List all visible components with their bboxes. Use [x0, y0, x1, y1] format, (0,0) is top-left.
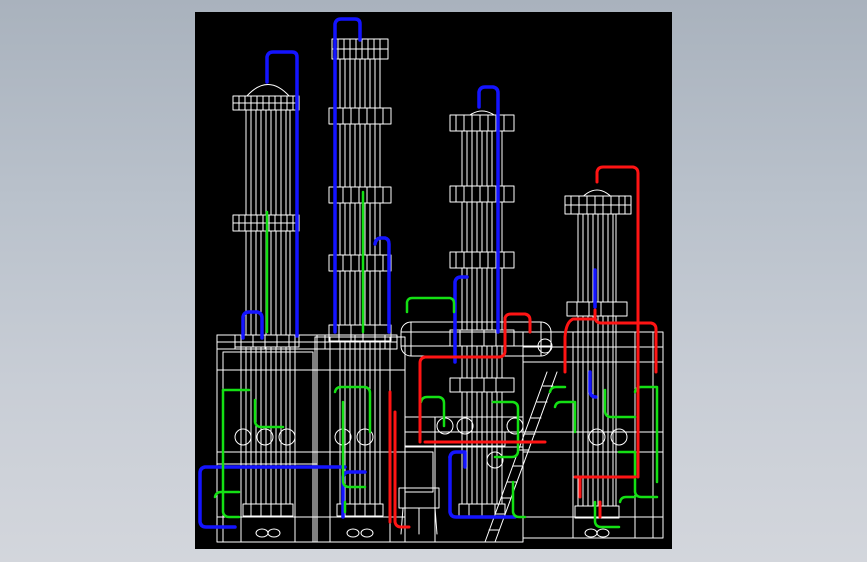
column-3-platform-top: [449, 114, 515, 132]
distillation-column-4: [564, 189, 632, 538]
column-1-platform-top: [232, 95, 300, 111]
column-4-platform-top: [564, 195, 632, 215]
column-2-platform-3: [328, 186, 392, 204]
blue-piping: [198, 17, 598, 529]
plant-model-drawing: [198, 17, 664, 543]
cad-viewport[interactable]: [195, 12, 672, 549]
column-2-platform-5: [328, 324, 392, 342]
column-4-skirt: [574, 505, 620, 538]
column-3-platform-5: [449, 377, 515, 393]
column-2-platform-4: [328, 254, 392, 272]
distillation-column-2: [328, 38, 392, 538]
column-2-platform-2: [328, 107, 392, 125]
column-4-shell: [577, 189, 617, 518]
column-1-skirt: [242, 503, 294, 538]
column-3-platform-3: [449, 251, 515, 269]
column-4-platform-mid: [566, 301, 628, 317]
column-2-platform-top: [331, 38, 389, 60]
column-3-platform-2: [449, 185, 515, 203]
